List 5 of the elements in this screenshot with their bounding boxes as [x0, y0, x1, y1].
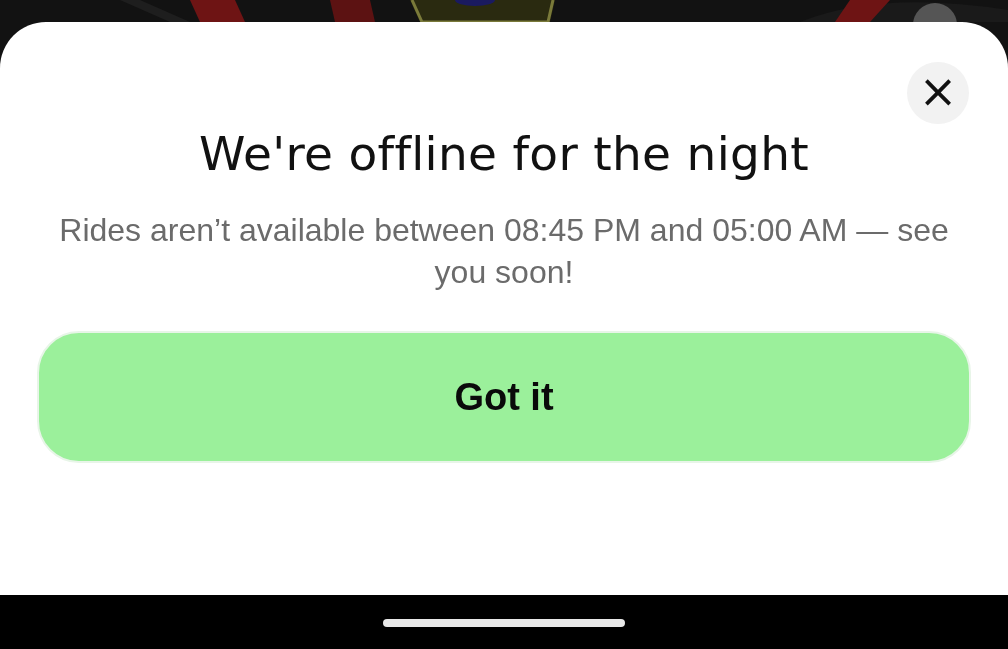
dialog-title: We're offline for the night	[199, 126, 809, 181]
home-indicator[interactable]	[383, 619, 625, 627]
dialog-message: Rides aren’t available between 08:45 PM and 05:00 AM — see you soon!	[58, 211, 950, 292]
close-button[interactable]: ×	[907, 62, 969, 124]
got-it-button[interactable]: Got it	[37, 331, 971, 463]
